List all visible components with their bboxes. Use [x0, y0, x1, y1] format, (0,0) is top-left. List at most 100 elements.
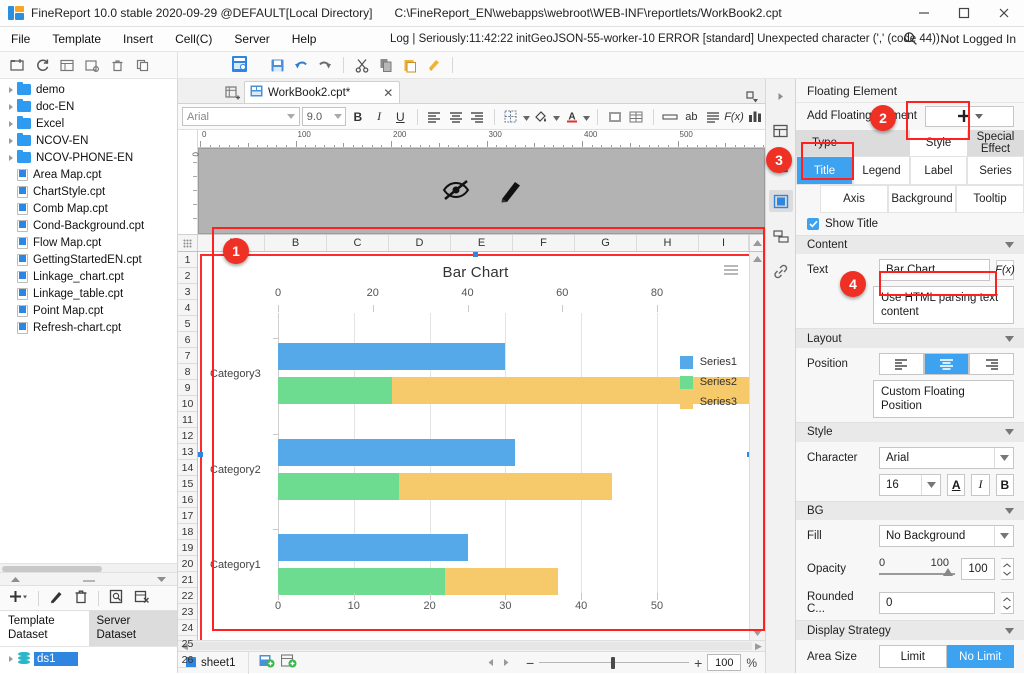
- tree-item-file[interactable]: Flow Map.cpt: [0, 234, 177, 251]
- copy-icon[interactable]: [131, 55, 153, 76]
- maximize-button[interactable]: [944, 0, 984, 27]
- position-right-button[interactable]: [969, 353, 1014, 375]
- settings-icon[interactable]: [81, 55, 103, 76]
- floating-element-icon[interactable]: [769, 190, 793, 212]
- italic-button[interactable]: I: [971, 474, 989, 496]
- formula-button[interactable]: F(x): [724, 107, 744, 127]
- tab-special-effect[interactable]: Special Effect: [967, 130, 1024, 157]
- character-font-select[interactable]: Arial: [879, 447, 1014, 469]
- area-size-no-limit-button[interactable]: No Limit: [947, 645, 1015, 668]
- position-center-button[interactable]: [924, 353, 969, 375]
- zoom-value[interactable]: 100: [707, 654, 741, 671]
- edit-pencil-icon[interactable]: [499, 177, 523, 206]
- fill-color-button[interactable]: [532, 107, 551, 127]
- section-display-strategy[interactable]: Display Strategy: [796, 620, 1024, 640]
- chevron-down-icon[interactable]: [1005, 426, 1014, 438]
- row-header[interactable]: 12: [178, 428, 197, 444]
- cut-icon[interactable]: [351, 55, 373, 76]
- legend-item[interactable]: Series3: [680, 392, 737, 412]
- row-header[interactable]: 14: [178, 460, 197, 476]
- column-header[interactable]: H: [637, 235, 699, 251]
- html-parsing-button[interactable]: Use HTML parsing text content: [873, 286, 1014, 324]
- opacity-value-input[interactable]: 100: [961, 558, 995, 580]
- scroll-right-icon[interactable]: ▶: [752, 641, 765, 652]
- report-icon[interactable]: [56, 55, 78, 76]
- resize-handle-w[interactable]: [198, 452, 203, 457]
- bold-button[interactable]: B: [348, 107, 367, 127]
- title-text-input[interactable]: Bar Chart: [879, 259, 990, 281]
- menu-template[interactable]: Template: [41, 27, 112, 52]
- redo-icon[interactable]: [314, 55, 336, 76]
- row-header[interactable]: 10: [178, 396, 197, 412]
- column-header[interactable]: D: [389, 235, 451, 251]
- chevron-down-icon[interactable]: [583, 110, 590, 124]
- row-header[interactable]: 2: [178, 268, 197, 284]
- chevron-down-icon[interactable]: [994, 526, 1013, 546]
- section-style[interactable]: Style: [796, 422, 1024, 442]
- tab-axis[interactable]: Axis: [820, 185, 888, 213]
- tab-legend[interactable]: Legend: [853, 156, 910, 185]
- tree-item-file[interactable]: GettingStartedEN.cpt: [0, 251, 177, 268]
- row-header[interactable]: 25: [178, 636, 197, 652]
- sheet-canvas[interactable]: Bar Chart 020406080 Category3Category2Ca…: [198, 252, 749, 640]
- row-header[interactable]: 11: [178, 412, 197, 428]
- custom-floating-position-button[interactable]: Custom Floating Position: [873, 380, 1014, 418]
- row-header[interactable]: 17: [178, 508, 197, 524]
- menu-file[interactable]: File: [0, 27, 41, 52]
- row-header[interactable]: 24: [178, 620, 197, 636]
- chevron-down-icon[interactable]: [523, 110, 530, 124]
- paste-icon[interactable]: [399, 55, 421, 76]
- opacity-slider-handle[interactable]: [943, 568, 953, 576]
- tree-item-folder[interactable]: doc-EN: [0, 98, 177, 115]
- tab-title[interactable]: Title: [796, 156, 853, 185]
- tree-item-file[interactable]: Cond-Background.cpt: [0, 217, 177, 234]
- scroll-up-icon[interactable]: [753, 252, 762, 266]
- chart-legend[interactable]: Series1Series2Series3: [680, 352, 737, 412]
- column-header[interactable]: C: [327, 235, 389, 251]
- row-header[interactable]: 3: [178, 284, 197, 300]
- chevron-down-icon[interactable]: [553, 110, 560, 124]
- collapse-up-icon[interactable]: [10, 572, 21, 586]
- rail-expand-icon[interactable]: [769, 85, 793, 107]
- format-painter-icon[interactable]: [423, 55, 445, 76]
- resize-handle-n[interactable]: [473, 252, 478, 257]
- preview-dataset-icon[interactable]: [109, 589, 124, 607]
- text-format-button[interactable]: ab: [682, 107, 701, 127]
- expand-arrow-icon[interactable]: [4, 138, 17, 144]
- menu-cell[interactable]: Cell(C): [164, 27, 223, 52]
- tree-item-file[interactable]: Comb Map.cpt: [0, 200, 177, 217]
- delete-dataset-icon[interactable]: [74, 589, 88, 607]
- expand-arrow-icon[interactable]: [4, 656, 17, 662]
- copy-toolbar-icon[interactable]: [375, 55, 397, 76]
- row-header[interactable]: 13: [178, 444, 197, 460]
- login-status[interactable]: Not Logged In: [941, 27, 1016, 52]
- row-header[interactable]: 18: [178, 524, 197, 540]
- tree-item-folder[interactable]: Excel: [0, 115, 177, 132]
- tree-item-file[interactable]: Linkage_chart.cpt: [0, 268, 177, 285]
- rounded-corner-spinner[interactable]: [1001, 592, 1014, 614]
- dataset-settings-icon[interactable]: [134, 589, 150, 607]
- tabstrip-overflow[interactable]: [400, 91, 765, 103]
- column-header[interactable]: I: [699, 235, 749, 251]
- underline-button[interactable]: U: [391, 107, 410, 127]
- cell-element-icon[interactable]: [769, 120, 793, 142]
- tab-style[interactable]: Style: [910, 130, 967, 157]
- column-header[interactable]: F: [513, 235, 575, 251]
- row-header[interactable]: 26: [178, 652, 197, 668]
- underline-button[interactable]: A: [947, 474, 965, 496]
- opacity-spinner[interactable]: [1001, 558, 1014, 580]
- chevron-down-icon[interactable]: [1005, 505, 1014, 517]
- chevron-down-icon[interactable]: [1005, 333, 1014, 345]
- edit-pencil-icon[interactable]: [49, 589, 64, 607]
- merge-cells-button[interactable]: [605, 107, 624, 127]
- position-left-button[interactable]: [879, 353, 924, 375]
- tab-background[interactable]: Background: [888, 185, 956, 213]
- legend-item[interactable]: Series1: [680, 352, 737, 372]
- tree-item-file[interactable]: Area Map.cpt: [0, 166, 177, 183]
- tree-item-file[interactable]: ChartStyle.cpt: [0, 183, 177, 200]
- collapse-down-icon[interactable]: [156, 572, 167, 586]
- menu-insert[interactable]: Insert: [112, 27, 164, 52]
- page-prev-icon[interactable]: [487, 656, 496, 670]
- section-bg[interactable]: BG: [796, 501, 1024, 521]
- chevron-down-icon[interactable]: [994, 448, 1013, 468]
